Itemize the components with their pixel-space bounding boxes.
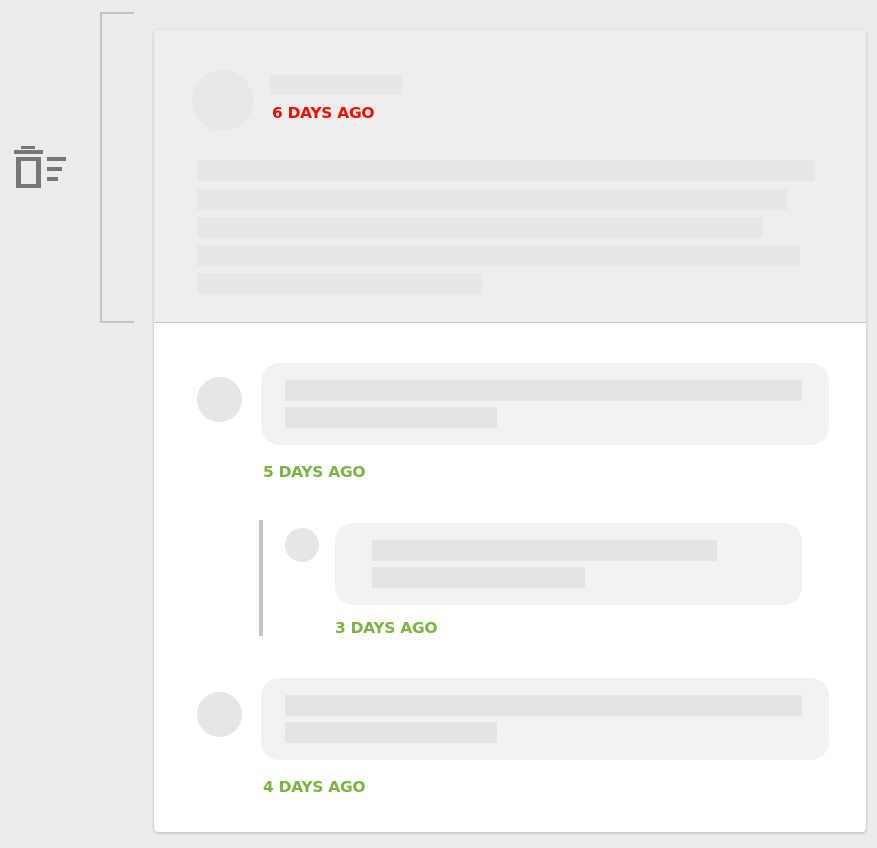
comment-text-line xyxy=(285,407,497,428)
comment-timestamp: 4 DAYS AGO xyxy=(263,778,366,796)
comment-text-line xyxy=(285,722,497,743)
post-text-line xyxy=(197,160,815,181)
post-text-line xyxy=(197,245,800,266)
reply-bubble xyxy=(335,523,802,605)
reply-text-line xyxy=(372,540,717,561)
comment-text-line xyxy=(285,695,802,716)
reply-timestamp: 3 DAYS AGO xyxy=(335,619,438,637)
post-author-placeholder xyxy=(270,75,402,95)
comment-timestamp: 5 DAYS AGO xyxy=(263,463,366,481)
post-text-line xyxy=(197,217,763,238)
post-avatar xyxy=(192,70,253,131)
comment-avatar xyxy=(197,692,242,737)
deleted-post: 6 DAYS AGO xyxy=(154,30,866,323)
reply-text-line xyxy=(372,567,585,588)
post-bracket xyxy=(100,12,134,323)
post-timestamp: 6 DAYS AGO xyxy=(272,104,375,122)
comment-avatar xyxy=(197,377,242,422)
post-text-line xyxy=(197,189,787,210)
comment-bubble xyxy=(261,678,829,760)
comment-bubble xyxy=(261,363,829,445)
reply-avatar xyxy=(285,528,319,562)
post-text-line xyxy=(197,273,482,294)
comment-text-line xyxy=(285,380,802,401)
reply-thread-line xyxy=(259,520,263,636)
post-card: 6 DAYS AGO 5 DAYS AGO 3 DAYS AGO 4 DAYS … xyxy=(154,30,866,832)
trash-list-icon xyxy=(14,146,66,188)
